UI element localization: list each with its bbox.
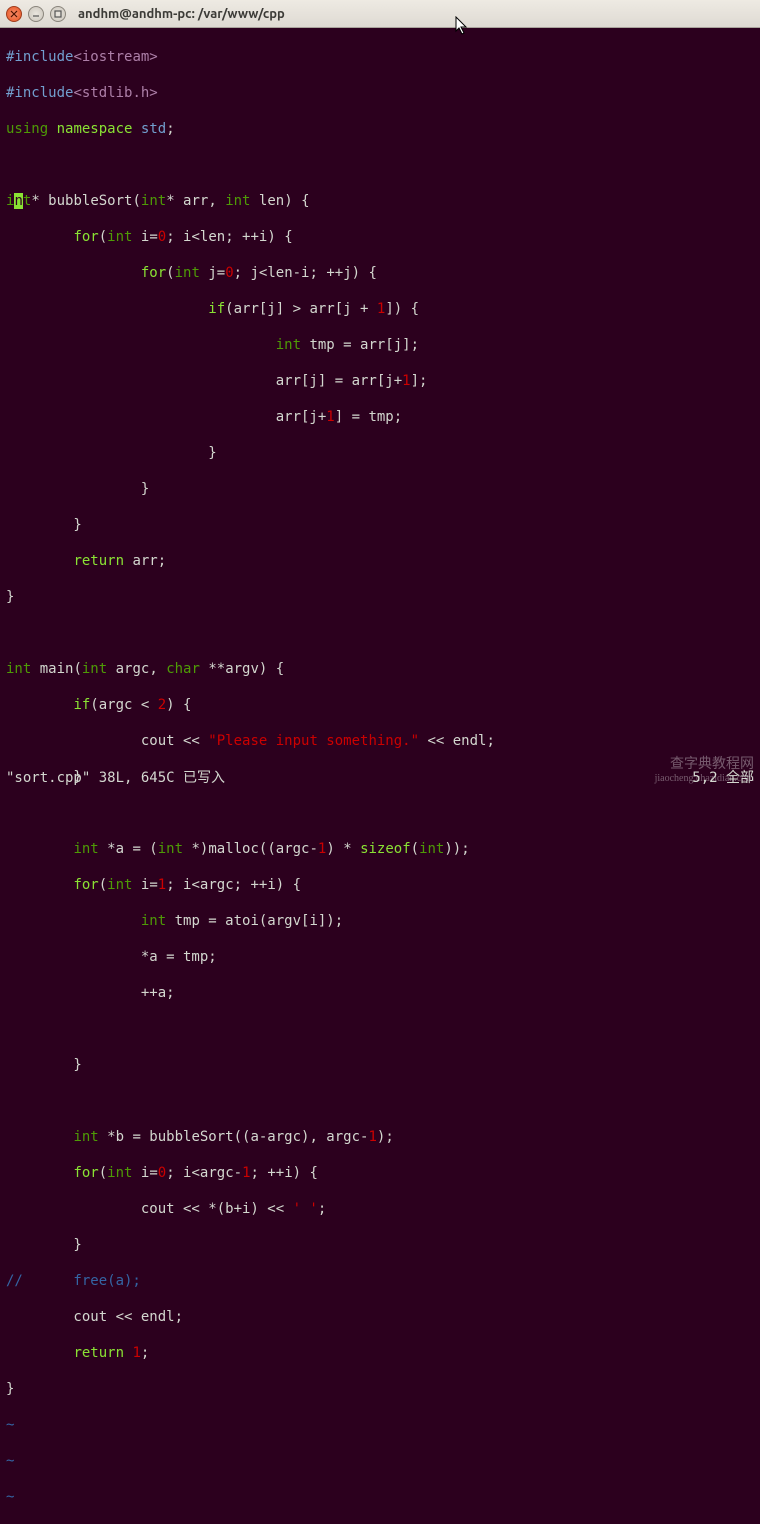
- code-line: for(int i=1; i<argc; ++i) {: [6, 876, 754, 894]
- code-line: [6, 804, 754, 822]
- code-line: for(int i=0; i<len; ++i) {: [6, 228, 754, 246]
- code-line: int *b = bubbleSort((a-argc), argc-1);: [6, 1128, 754, 1146]
- code-line: arr[j] = arr[j+1];: [6, 372, 754, 390]
- code-line: using namespace std;: [6, 120, 754, 138]
- code-line: }: [6, 516, 754, 534]
- code-line: cout << "Please input something." << end…: [6, 732, 754, 750]
- code-line: }: [6, 1380, 754, 1398]
- code-line: for(int i=0; i<argc-1; ++i) {: [6, 1164, 754, 1182]
- code-line: return 1;: [6, 1344, 754, 1362]
- status-position: 5,2 全部: [692, 769, 754, 787]
- maximize-icon[interactable]: [50, 6, 66, 22]
- status-message: "sort.cpp" 38L, 645C 已写入: [6, 769, 225, 787]
- code-line: *a = tmp;: [6, 948, 754, 966]
- code-line: int tmp = atoi(argv[i]);: [6, 912, 754, 930]
- code-line: [6, 1020, 754, 1038]
- minimize-icon[interactable]: [28, 6, 44, 22]
- empty-line-marker: ~: [6, 1416, 754, 1434]
- status-bar: "sort.cpp" 38L, 645C 已写入 5,2 全部: [0, 768, 760, 788]
- code-line: }: [6, 480, 754, 498]
- code-line: }: [6, 1056, 754, 1074]
- code-line: if(argc < 2) {: [6, 696, 754, 714]
- code-line: ++a;: [6, 984, 754, 1002]
- code-line: cout << endl;: [6, 1308, 754, 1326]
- code-line: int *a = (int *)malloc((argc-1) * sizeof…: [6, 840, 754, 858]
- code-line: int* bubbleSort(int* arr, int len) {: [6, 192, 754, 210]
- code-line: }: [6, 1236, 754, 1254]
- code-line: int main(int argc, char **argv) {: [6, 660, 754, 678]
- window-titlebar: andhm@andhm-pc: /var/www/cpp: [0, 0, 760, 28]
- code-line: }: [6, 588, 754, 606]
- code-line: return arr;: [6, 552, 754, 570]
- code-line: [6, 624, 754, 642]
- code-line: arr[j+1] = tmp;: [6, 408, 754, 426]
- cursor: n: [14, 193, 22, 209]
- code-line: }: [6, 444, 754, 462]
- code-line: [6, 1092, 754, 1110]
- empty-line-marker: ~: [6, 1452, 754, 1470]
- window-title: andhm@andhm-pc: /var/www/cpp: [78, 5, 285, 23]
- code-line: #include<iostream>: [6, 48, 754, 66]
- code-line: #include<stdlib.h>: [6, 84, 754, 102]
- code-line: [6, 156, 754, 174]
- empty-line-marker: ~: [6, 1488, 754, 1506]
- code-line: cout << *(b+i) << ' ';: [6, 1200, 754, 1218]
- close-icon[interactable]: [6, 6, 22, 22]
- code-line: if(arr[j] > arr[j + 1]) {: [6, 300, 754, 318]
- code-line: int tmp = arr[j];: [6, 336, 754, 354]
- code-line: // free(a);: [6, 1272, 754, 1290]
- code-line: for(int j=0; j<len-i; ++j) {: [6, 264, 754, 282]
